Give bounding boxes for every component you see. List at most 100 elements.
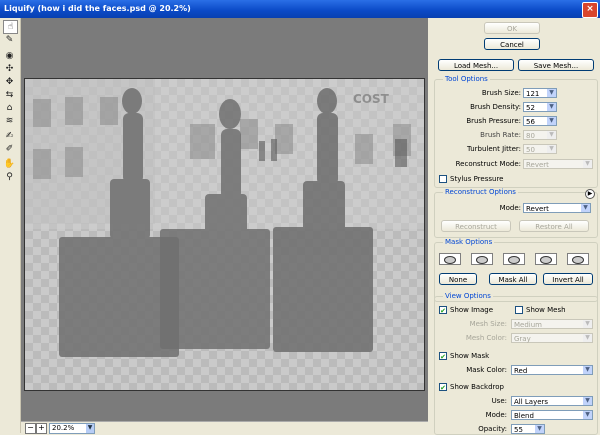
show-image-label: Show Image	[450, 306, 494, 314]
chevron-down-icon: ▼	[547, 131, 556, 139]
reconstruct-mode-select[interactable]: Revert ▼	[523, 159, 593, 169]
show-backdrop-label: Show Backdrop	[450, 383, 505, 391]
turbulent-jitter-field[interactable]: 50 ▼	[523, 144, 557, 154]
stylus-pressure-label: Stylus Pressure	[450, 175, 504, 183]
reconstruct-mode-label: Mode:	[499, 204, 521, 212]
reconstruct-mode-label: Reconstruct Mode:	[455, 160, 521, 168]
mask-add-icon[interactable]	[471, 253, 493, 265]
reconstruct-mode-dropdown[interactable]: Revert ▼	[523, 203, 591, 213]
restore-all-button[interactable]: Restore All	[519, 220, 589, 232]
ok-button[interactable]: OK	[484, 22, 540, 34]
brush-size-value: 121	[526, 90, 540, 98]
reconstruct-button[interactable]: Reconstruct	[441, 220, 511, 232]
status-bar: − + 20.2% ▼	[21, 421, 428, 434]
tool-options-group: Tool Options Brush Size: 121 ▼ Brush Dens…	[434, 75, 598, 188]
chevron-down-icon: ▼	[547, 117, 556, 125]
preview-canvas[interactable]: COST	[21, 18, 428, 421]
brush-density-label: Brush Density:	[470, 103, 521, 111]
reconstruct-mode-value: Revert	[526, 161, 549, 169]
cancel-button[interactable]: Cancel	[484, 38, 540, 50]
mask-color-value: Red	[514, 367, 528, 375]
chevron-down-icon: ▼	[86, 424, 94, 433]
chevron-down-icon: ▼	[583, 320, 592, 328]
reconstruct-tool-icon[interactable]: ✎	[3, 34, 16, 46]
twirl-tool-icon[interactable]: ◉	[3, 50, 16, 62]
zoom-select[interactable]: 20.2% ▼	[49, 423, 95, 434]
zoom-value: 20.2%	[52, 424, 75, 432]
brush-rate-value: 80	[526, 132, 535, 140]
mask-options-title: Mask Options	[443, 238, 495, 246]
mask-replace-icon[interactable]	[439, 253, 461, 265]
statues-photo: COST	[25, 79, 424, 390]
turbulence-tool-icon[interactable]: ≋	[3, 115, 16, 127]
turbulent-jitter-label: Turbulent Jitter:	[467, 145, 521, 153]
thaw-mask-tool-icon[interactable]: ✐	[3, 143, 16, 155]
mask-invert-icon[interactable]	[567, 253, 589, 265]
reconstruct-mode-dropdown-value: Revert	[526, 205, 549, 213]
brush-density-field[interactable]: 52 ▼	[523, 102, 557, 112]
chevron-down-icon: ▼	[583, 334, 592, 342]
mode-value: Blend	[514, 412, 534, 420]
chevron-down-icon: ▼	[547, 103, 556, 111]
mode-select[interactable]: Blend ▼	[511, 410, 593, 420]
hand-tool-icon[interactable]: ✋	[3, 158, 16, 170]
load-mesh-button[interactable]: Load Mesh...	[438, 59, 514, 71]
view-options-title: View Options	[443, 292, 493, 300]
chevron-down-icon: ▼	[583, 366, 592, 374]
close-icon[interactable]: ×	[582, 2, 598, 18]
brush-rate-label: Brush Rate:	[480, 131, 521, 139]
brush-pressure-field[interactable]: 56 ▼	[523, 116, 557, 126]
bloat-tool-icon[interactable]: ✥	[3, 76, 16, 88]
opacity-label: Opacity:	[478, 425, 507, 433]
title-bar: Liquify (how i did the faces.psd @ 20.2%…	[0, 0, 600, 18]
chevron-down-icon: ▼	[535, 425, 544, 433]
mask-all-button[interactable]: Mask All	[489, 273, 537, 285]
use-select[interactable]: All Layers ▼	[511, 396, 593, 406]
brush-size-label: Brush Size:	[481, 89, 521, 97]
mesh-color-select[interactable]: Gray ▼	[511, 333, 593, 343]
mesh-size-select[interactable]: Medium ▼	[511, 319, 593, 329]
mask-none-button[interactable]: None	[439, 273, 477, 285]
panel-menu-icon[interactable]: ▶	[585, 189, 595, 199]
invert-all-button[interactable]: Invert All	[543, 273, 593, 285]
show-mesh-checkbox[interactable]	[515, 306, 523, 314]
turbulent-jitter-value: 50	[526, 146, 535, 154]
freeze-mask-tool-icon[interactable]: ✍	[3, 130, 16, 142]
forward-warp-tool-icon[interactable]: ☝	[3, 20, 18, 34]
chevron-down-icon: ▼	[581, 204, 590, 212]
stylus-pressure-checkbox[interactable]	[439, 175, 447, 183]
preview-image[interactable]: COST	[24, 78, 425, 391]
mesh-size-value: Medium	[514, 321, 542, 329]
show-mask-label: Show Mask	[450, 352, 490, 360]
show-mask-checkbox[interactable]: ✔	[439, 352, 447, 361]
mask-color-label: Mask Color:	[466, 366, 507, 374]
mesh-color-value: Gray	[514, 335, 531, 343]
view-options-group: View Options ✔ Show Image Show Mesh Mesh…	[434, 292, 598, 435]
mesh-size-label: Mesh Size:	[469, 320, 507, 328]
zoom-in-button[interactable]: +	[36, 423, 47, 434]
mirror-tool-icon[interactable]: ⌂	[3, 102, 16, 114]
tool-bar: ☝ ✎ ◉ ✣ ✥ ⇆ ⌂ ≋ ✍ ✐ ✋ ⚲	[0, 18, 21, 433]
chevron-down-icon: ▼	[547, 145, 556, 153]
zoom-out-button[interactable]: −	[25, 423, 36, 434]
brush-density-value: 52	[526, 104, 535, 112]
show-backdrop-checkbox[interactable]: ✔	[439, 383, 447, 392]
brush-size-field[interactable]: 121 ▼	[523, 88, 557, 98]
show-image-checkbox[interactable]: ✔	[439, 306, 447, 315]
brush-pressure-label: Brush Pressure:	[466, 117, 521, 125]
zoom-tool-icon[interactable]: ⚲	[3, 171, 16, 183]
window-title: Liquify (how i did the faces.psd @ 20.2%…	[4, 4, 191, 13]
save-mesh-button[interactable]: Save Mesh...	[518, 59, 594, 71]
push-left-tool-icon[interactable]: ⇆	[3, 89, 16, 101]
reconstruct-options-title: Reconstruct Options	[443, 188, 518, 196]
mask-subtract-icon[interactable]	[503, 253, 525, 265]
mask-intersect-icon[interactable]	[535, 253, 557, 265]
mask-color-select[interactable]: Red ▼	[511, 365, 593, 375]
brush-rate-field[interactable]: 80 ▼	[523, 130, 557, 140]
use-label: Use:	[491, 397, 507, 405]
pucker-tool-icon[interactable]: ✣	[3, 63, 16, 75]
brush-pressure-value: 56	[526, 118, 535, 126]
use-value: All Layers	[514, 398, 549, 406]
chevron-down-icon: ▼	[583, 397, 592, 405]
building-sign: COST	[353, 92, 390, 106]
